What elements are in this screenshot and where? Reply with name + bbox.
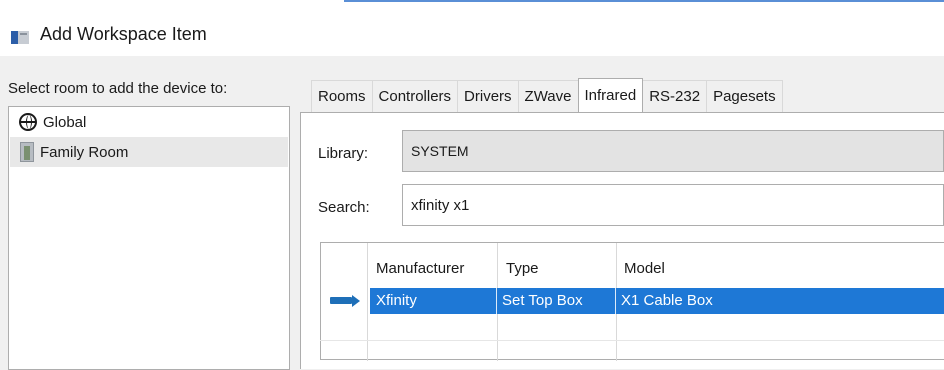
app-window-icon [11, 31, 29, 44]
globe-icon [19, 113, 37, 131]
library-field: SYSTEM [402, 130, 944, 172]
tab-controllers[interactable]: Controllers [371, 80, 459, 112]
library-value: SYSTEM [411, 143, 469, 159]
room-item-label: Family Room [40, 143, 129, 161]
cell-model: X1 Cable Box [621, 292, 713, 309]
room-item-label: Global [43, 113, 87, 131]
room-select-label: Select room to add the device to: [8, 80, 228, 97]
device-type-tabs: Rooms Controllers Drivers ZWave Infrared… [311, 78, 783, 112]
tab-zwave[interactable]: ZWave [517, 80, 579, 112]
device-ir-icon [330, 297, 352, 304]
column-header-manufacturer[interactable]: Manufacturer [376, 260, 464, 277]
tab-rooms[interactable]: Rooms [311, 80, 373, 112]
room-icon [20, 142, 34, 162]
room-item-family-room[interactable]: Family Room [10, 137, 288, 167]
tab-drivers[interactable]: Drivers [457, 80, 519, 112]
room-item-global[interactable]: Global [10, 107, 288, 137]
row-separator [320, 340, 944, 341]
selected-row-indicator [320, 288, 368, 314]
column-header-type[interactable]: Type [506, 260, 539, 277]
tab-rs232[interactable]: RS-232 [642, 80, 708, 112]
room-list[interactable]: Global Family Room [8, 106, 290, 370]
library-label: Library: [318, 145, 369, 162]
title-bar: Add Workspace Item [0, 4, 944, 56]
search-input[interactable] [402, 184, 944, 226]
tab-infrared[interactable]: Infrared [577, 78, 644, 112]
search-label: Search: [318, 199, 370, 216]
cell-type: Set Top Box [502, 292, 583, 309]
cell-manufacturer: Xfinity [376, 292, 417, 309]
window-title: Add Workspace Item [40, 24, 207, 44]
column-header-model[interactable]: Model [624, 260, 665, 277]
tab-pagesets[interactable]: Pagesets [706, 80, 783, 112]
